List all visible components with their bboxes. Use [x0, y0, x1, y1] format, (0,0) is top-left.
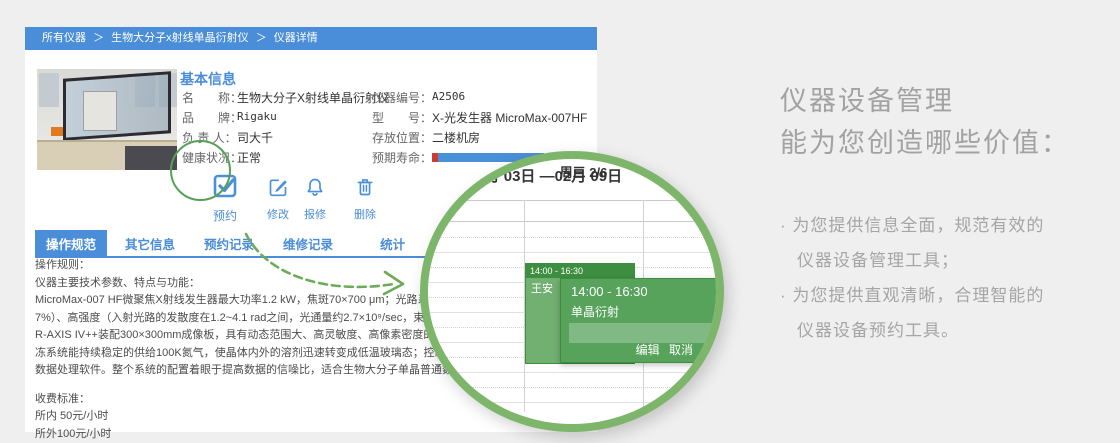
- grid-line: [420, 402, 724, 403]
- delete-label: 删除: [337, 206, 393, 222]
- reserve-label: 预约: [197, 207, 253, 224]
- popup-cancel-button[interactable]: 取消: [669, 343, 693, 357]
- bullet-line: 仪器设备管理工具；: [780, 243, 1115, 278]
- field-value-serial: A2506: [432, 90, 465, 103]
- aside-bullets: · 为您提供信息全面，规范有效的 仪器设备管理工具； · 为您提供直观清晰，合理…: [780, 208, 1115, 348]
- field-value-manager: 司大千: [237, 129, 273, 146]
- breadcrumb-separator: ＞: [93, 32, 104, 44]
- doc-line-fee-external: 所外100元/小时: [35, 426, 591, 443]
- aside-heading-line1: 仪器设备管理: [780, 80, 1115, 122]
- breadcrumb-all-instruments[interactable]: 所有仪器: [42, 32, 86, 44]
- grid-line: [420, 237, 724, 238]
- field-label-location: 存放位置：: [372, 129, 432, 146]
- breadcrumb-detail: 仪器详情: [274, 32, 318, 44]
- day-header-thu: 周四: [643, 162, 724, 181]
- basic-info-title: 基本信息: [180, 69, 236, 89]
- equipment-photo: [37, 69, 177, 170]
- bell-icon: [305, 177, 325, 197]
- photo-window: [39, 73, 59, 107]
- tab-other-info[interactable]: 其它信息: [114, 230, 186, 256]
- field-label-lifespan: 预期寿命：: [372, 149, 432, 166]
- photo-orange-detail: [51, 127, 63, 136]
- tab-reservations[interactable]: 预约记录: [193, 230, 265, 256]
- popup-time: 14:00 - 16:30: [561, 279, 724, 299]
- bullet-line: · 为您提供信息全面，规范有效的: [780, 208, 1115, 243]
- delete-button[interactable]: 删除: [337, 177, 393, 222]
- event-time: 14:00 - 16:30: [526, 264, 634, 278]
- grid-line: [420, 387, 724, 388]
- photo-glass-enclosure: [63, 71, 171, 141]
- tab-repair-records[interactable]: 维修记录: [272, 230, 344, 256]
- field-label-model: 型 号：: [372, 109, 432, 126]
- reserve-highlight-circle: [170, 140, 231, 201]
- report-repair-label: 报修: [287, 206, 343, 222]
- field-value-location: 二楼机房: [432, 129, 480, 146]
- event-popup: 14:00 - 16:30 单晶衍射 编辑 取消: [560, 278, 724, 363]
- popup-title: 单晶衍射: [561, 299, 724, 320]
- aside-heading-line2: 能为您创造哪些价值：: [780, 122, 1115, 164]
- edit-icon: [268, 177, 288, 197]
- report-repair-button[interactable]: 报修: [287, 177, 343, 222]
- tab-statistics[interactable]: 统计: [369, 230, 416, 256]
- trash-icon: [355, 177, 375, 197]
- tab-operation-spec[interactable]: 操作规范: [35, 230, 107, 256]
- calendar-magnifier: 02月 03日 —02月 09日 周二 2/5 周三 2/6 周四 14:00 …: [420, 151, 724, 432]
- field-value-health: 正常: [237, 149, 261, 166]
- field-label-name: 名 称：: [182, 89, 242, 106]
- value-proposition-panel: 仪器设备管理 能为您创造哪些价值： · 为您提供信息全面，规范有效的 仪器设备管…: [780, 80, 1115, 348]
- field-value-name: 生物大分子X射线单晶衍射仪: [237, 89, 389, 106]
- field-value-model: X-光发生器 MicroMax-007HF: [432, 109, 587, 126]
- popup-actions: 编辑 取消: [630, 341, 693, 358]
- photo-instrument-box: [83, 91, 117, 131]
- field-label-brand: 品 牌：: [182, 109, 242, 126]
- grid-line: [420, 372, 724, 373]
- bullet-line: 仪器设备预约工具。: [780, 313, 1115, 348]
- day-header-tue: 周二 2/5: [428, 162, 524, 181]
- bullet-line: · 为您提供直观清晰，合理智能的: [780, 278, 1115, 313]
- breadcrumb-instrument-name[interactable]: 生物大分子x射线单晶衍射仪: [111, 32, 249, 44]
- breadcrumb: 所有仪器 ＞ 生物大分子x射线单晶衍射仪 ＞ 仪器详情: [25, 27, 597, 50]
- breadcrumb-separator: ＞: [256, 32, 267, 44]
- popup-edit-button[interactable]: 编辑: [636, 343, 660, 357]
- calendar-day-header-row: [420, 200, 724, 222]
- field-label-serial: 仪器编号：: [372, 89, 432, 106]
- field-value-brand: Rigaku: [237, 110, 277, 123]
- grid-line: [420, 252, 724, 253]
- day-header-wed: 周三 2/6: [524, 162, 643, 181]
- popup-inner-panel: [569, 323, 724, 343]
